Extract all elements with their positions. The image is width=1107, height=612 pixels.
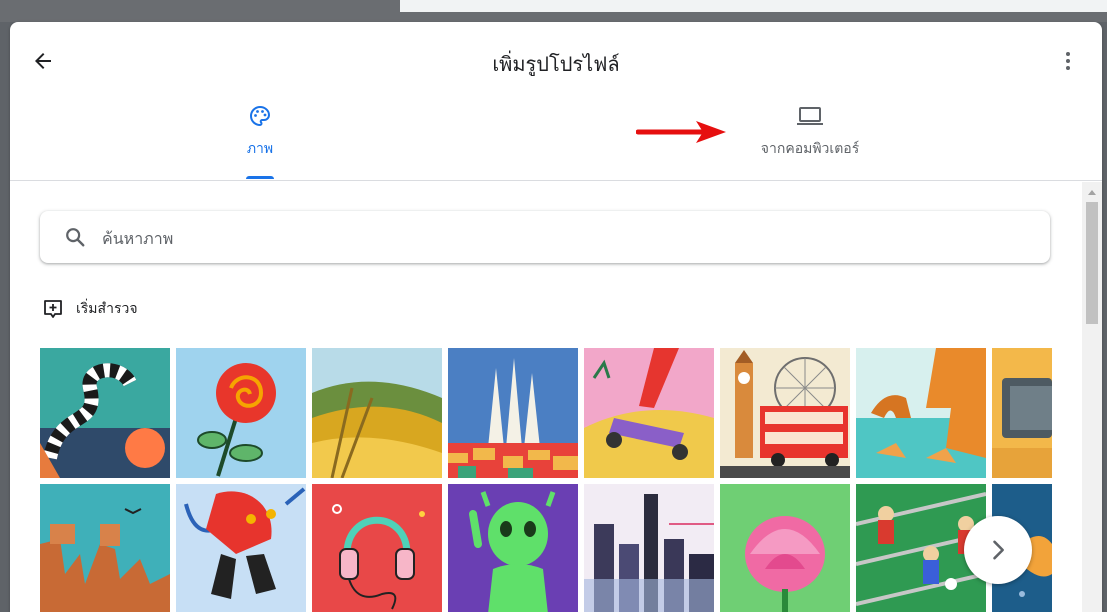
dialog-title: เพิ่มรูปโปรไฟล์ <box>492 52 620 76</box>
gallery-tile-rocks[interactable] <box>40 484 170 612</box>
gallery-tile-cliffs[interactable] <box>856 348 986 478</box>
more-vert-icon <box>1066 52 1070 70</box>
gallery-tile-skyline[interactable] <box>584 484 714 612</box>
gallery-next-button[interactable] <box>964 516 1032 584</box>
dialog-scrollbar[interactable] <box>1082 182 1102 612</box>
chevron-right-icon <box>993 540 1004 560</box>
search-box <box>40 211 1050 263</box>
gallery-tile-lotus[interactable] <box>720 484 850 612</box>
scrollbar-thumb[interactable] <box>1086 202 1098 324</box>
gallery-tile-snake[interactable] <box>40 348 170 478</box>
palette-icon <box>250 105 271 127</box>
gallery-tile-wheat[interactable] <box>312 348 442 478</box>
gallery-tile-plug[interactable] <box>176 484 306 612</box>
explore-section-header: เริ่มสำรวจ <box>42 298 138 320</box>
tab-selected-indicator <box>246 176 274 179</box>
search-icon <box>66 228 85 247</box>
tab-images[interactable]: ภาพ <box>220 104 300 179</box>
dialog-header: เพิ่มรูปโปรไฟล์ ภาพ จากคอมพิวเตอร์ <box>10 22 1102 181</box>
tab-from-computer[interactable]: จากคอมพิวเตอร์ <box>710 104 910 160</box>
add-profile-picture-dialog: เพิ่มรูปโปรไฟล์ ภาพ จากคอมพิวเตอร์ เริ่ม… <box>10 22 1102 612</box>
gallery-tile-rose[interactable] <box>176 348 306 478</box>
scroll-up-arrow[interactable] <box>1088 190 1096 195</box>
gallery-tile-tv[interactable] <box>992 348 1052 478</box>
tab-images-label: ภาพ <box>246 141 274 157</box>
red-arrow-icon <box>636 121 726 143</box>
gallery-tile-alien[interactable] <box>448 484 578 612</box>
gallery-tile-hoverboard[interactable] <box>584 348 714 478</box>
tab-from-computer-label: จากคอมพิวเตอร์ <box>760 141 860 157</box>
explore-add-icon <box>44 300 62 318</box>
explore-label: เริ่มสำรวจ <box>76 301 138 317</box>
search-input[interactable] <box>100 223 1004 253</box>
image-gallery <box>40 348 1052 612</box>
more-options-button[interactable] <box>1056 46 1080 76</box>
browser-top-strip <box>0 0 1107 22</box>
gallery-tile-headphones[interactable] <box>312 484 442 612</box>
gallery-tile-london[interactable] <box>720 348 850 478</box>
gallery-tile-sagrada[interactable] <box>448 348 578 478</box>
laptop-icon <box>797 107 823 125</box>
